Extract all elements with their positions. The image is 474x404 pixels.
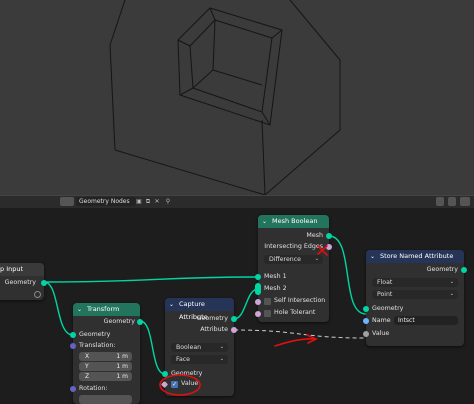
red-annotations	[159, 245, 328, 396]
wireframe-cube	[109, 0, 341, 195]
red-circle	[159, 374, 201, 396]
3d-viewport[interactable]	[0, 0, 474, 195]
node-editor[interactable]: Geometry Nodes ▣ ⧉ ✕ ⚲ p Input Geometry	[0, 195, 474, 404]
red-x-mark	[317, 245, 328, 256]
red-arrow	[274, 334, 318, 347]
